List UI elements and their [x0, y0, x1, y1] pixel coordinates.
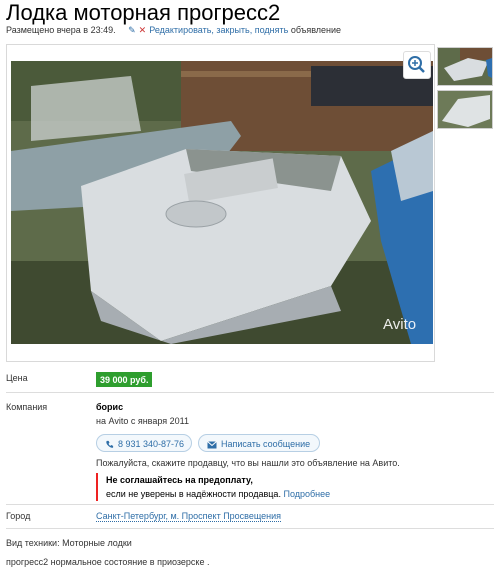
main-photo-frame[interactable]: Avito [6, 44, 435, 362]
more-link[interactable]: Подробнее [283, 489, 330, 499]
warning-title: Не соглашайтесь на предоплату, [106, 475, 253, 485]
phone-button[interactable]: 8 931 340-87-76 [96, 434, 192, 452]
thumbnail-2-image [438, 91, 492, 128]
price-badge: 39 000 руб. [96, 372, 153, 387]
listing-meta: Размещено вчера в 23:49. ✎ ✕ Редактировать… [6, 25, 341, 36]
zoom-in-icon [408, 56, 425, 73]
divider [6, 504, 494, 505]
description-text: прогресс2 нормальное состояние в приозер… [6, 557, 210, 567]
close-icon: ✕ [138, 25, 147, 35]
actions-suffix: объявление [290, 25, 342, 35]
thumbnail-2[interactable] [437, 90, 493, 129]
company-label: Компания [6, 402, 48, 412]
thumbnail-1[interactable] [437, 47, 493, 86]
prepayment-warning: Не соглашайтесь на предоплату, если не у… [96, 473, 393, 501]
write-message-button[interactable]: Написать сообщение [198, 434, 320, 452]
seller-notice: Пожалуйста, скажите продавцу, что вы наш… [96, 458, 400, 468]
envelope-icon [207, 440, 217, 449]
thumbnail-1-image [438, 48, 492, 85]
price-label: Цена [6, 373, 28, 383]
divider [6, 528, 494, 529]
avito-watermark: Avito [383, 316, 416, 333]
phone-number: 8 931 340-87-76 [118, 439, 185, 449]
edit-close-raise-link[interactable]: Редактировать, закрыть, поднять [149, 25, 288, 35]
city-link[interactable]: Санкт-Петербург, м. Проспект Просвещения [96, 511, 282, 522]
boat-photo[interactable]: Avito [11, 61, 433, 344]
city-label: Город [6, 511, 31, 521]
divider [6, 392, 494, 393]
write-message-label: Написать сообщение [221, 439, 311, 449]
equipment-type: Вид техники: Моторные лодки [6, 538, 132, 548]
warning-text: если не уверены в надёжности продавца. [106, 489, 281, 499]
seller-name: борис [96, 402, 124, 412]
zoom-button[interactable] [403, 51, 431, 79]
seller-since: на Avito с января 2011 [96, 416, 189, 426]
phone-icon [106, 441, 114, 448]
posted-date: Размещено вчера в 23:49. [6, 25, 116, 35]
page-title: Лодка моторная прогресс2 [6, 0, 281, 25]
pencil-icon: ✎ [128, 25, 136, 35]
